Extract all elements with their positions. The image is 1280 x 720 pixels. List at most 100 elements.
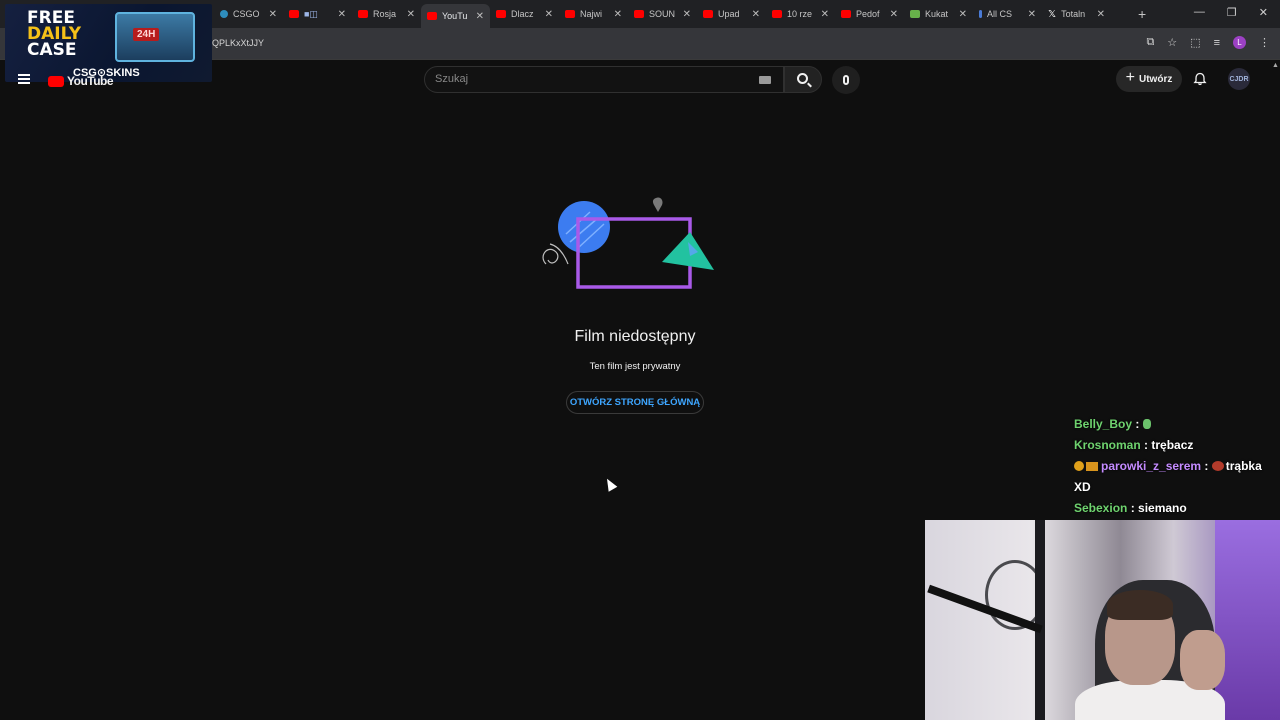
tab-csgo[interactable]: CSGO ✕ — [214, 3, 283, 25]
blue-favicon-icon — [979, 10, 982, 18]
tab-youtube-2[interactable]: ■◫ ✕ — [283, 3, 352, 25]
tab-label: Rosja — [373, 9, 397, 19]
tab-10rze[interactable]: 10 rze ✕ — [766, 3, 835, 25]
tab-pedof[interactable]: Pedof ✕ — [835, 3, 904, 25]
close-icon[interactable]: ✕ — [269, 9, 277, 20]
tab-kukat[interactable]: Kukat ✕ — [904, 3, 973, 25]
browser-menu-icon[interactable]: ⋮ — [1259, 36, 1270, 49]
streamer-hair — [1107, 590, 1173, 620]
tab-rosja[interactable]: Rosja ✕ — [352, 3, 421, 25]
tab-najwi[interactable]: Najwi ✕ — [559, 3, 628, 25]
youtube-favicon-icon — [358, 10, 368, 18]
close-icon[interactable]: ✕ — [821, 9, 829, 20]
bookmark-star-icon[interactable]: ☆ — [1167, 36, 1177, 49]
youtube-favicon-icon — [496, 10, 506, 18]
search-icon — [796, 73, 808, 84]
close-icon[interactable]: ✕ — [1097, 9, 1105, 20]
tab-label: Pedof — [856, 9, 880, 19]
chat-separator: : — [1127, 501, 1139, 515]
chat-text: trębacz — [1151, 438, 1194, 452]
restore-icon[interactable]: ❐ — [1227, 6, 1237, 19]
youtube-favicon-icon — [289, 10, 299, 18]
search-button[interactable] — [784, 66, 822, 93]
youtube-favicon-icon — [565, 10, 575, 18]
address-bar-icons: ⧉ ☆ ⬚ ≡ L ⋮ — [1146, 36, 1270, 49]
close-icon[interactable]: ✕ — [890, 9, 898, 20]
youtube-logo[interactable]: YouTube — [48, 74, 114, 88]
tab-totaln[interactable]: 𝕏 Totaln ✕ — [1042, 3, 1111, 25]
close-icon[interactable]: ✕ — [476, 11, 484, 22]
green-favicon-icon — [910, 10, 920, 18]
close-window-icon[interactable]: ✕ — [1259, 6, 1268, 19]
create-button[interactable]: + Utwórz — [1116, 66, 1182, 92]
tab-label: CSGO — [233, 9, 260, 19]
window-controls: — ❐ ✕ — [1194, 6, 1268, 19]
error-subtitle: Ten film jest prywatny — [589, 361, 681, 372]
extensions-icon[interactable]: ⬚ — [1190, 36, 1200, 49]
tab-label: YouTu — [442, 11, 468, 21]
youtube-favicon-icon — [427, 12, 437, 20]
tab-label: Kukat — [925, 9, 949, 19]
close-icon[interactable]: ✕ — [338, 9, 346, 20]
youtube-play-icon — [48, 75, 64, 87]
chat-username: parowki_z_serem — [1101, 459, 1202, 473]
stream-chat: Belly_Boy : Krosnoman : trębacz parowki_… — [1074, 414, 1280, 519]
tab-label: SOUN — [649, 9, 676, 19]
close-icon[interactable]: ✕ — [1028, 9, 1036, 20]
purple-light — [1215, 520, 1280, 720]
tab-label: Dlacz — [511, 9, 534, 19]
x-favicon-icon: 𝕏 — [1048, 8, 1057, 20]
tab-dlacz[interactable]: Dlacz ✕ — [490, 3, 559, 25]
url-text[interactable]: QPLKxXtJJY — [212, 38, 264, 48]
close-icon[interactable]: ✕ — [752, 9, 760, 20]
chat-message: Belly_Boy : — [1074, 414, 1280, 435]
tab-label: Upad — [718, 9, 740, 19]
close-icon[interactable]: ✕ — [614, 9, 622, 20]
new-tab-button[interactable]: + — [1138, 6, 1146, 22]
scroll-up-arrow-icon[interactable]: ▲ — [1272, 62, 1279, 69]
tab-label: Najwi — [580, 9, 603, 19]
youtube-header: YouTube + Utwórz CJDR — [0, 60, 1272, 100]
light-stand — [1035, 520, 1045, 720]
close-icon[interactable]: ✕ — [683, 9, 691, 20]
go-home-button[interactable]: OTWÓRZ STRONĘ GŁÓWNĄ — [566, 391, 704, 414]
chat-username: Sebexion — [1074, 501, 1128, 515]
streamer-webcam — [925, 520, 1280, 720]
chat-message: parowki_z_serem : trąbka XD — [1074, 456, 1280, 498]
emote-icon — [1211, 461, 1224, 471]
search-box — [424, 66, 784, 93]
close-icon[interactable]: ✕ — [545, 9, 553, 20]
treasure-chest-icon: 24H — [115, 12, 195, 62]
chat-message: Krosnoman : trębacz — [1074, 435, 1280, 456]
csgo-favicon-icon — [220, 10, 228, 18]
tab-soun[interactable]: SOUN ✕ — [628, 3, 697, 25]
chat-separator: : — [1132, 417, 1143, 431]
menu-hamburger-icon[interactable] — [18, 74, 30, 84]
chat-text: siemano — [1138, 501, 1187, 515]
chat-username: Krosnoman — [1074, 438, 1141, 452]
voice-search-button[interactable] — [832, 66, 860, 94]
badge-icon — [1074, 461, 1084, 471]
close-icon[interactable]: ✕ — [959, 9, 967, 20]
minimize-icon[interactable]: — — [1194, 6, 1205, 19]
notifications-bell-icon[interactable] — [1193, 72, 1207, 86]
media-control-icon[interactable]: ≡ — [1214, 37, 1220, 49]
youtube-favicon-icon — [772, 10, 782, 18]
search-input[interactable] — [435, 73, 745, 85]
tab-allcs[interactable]: All CS ✕ — [973, 3, 1042, 25]
plus-icon: + — [1125, 69, 1135, 86]
subscriber-badge-icon — [1086, 462, 1098, 471]
tab-label: Totaln — [1061, 9, 1086, 19]
mouse-cursor-icon — [602, 476, 618, 492]
ad-line: CASE — [27, 40, 77, 60]
chat-message: Sebexion : siemano — [1074, 498, 1280, 519]
avatar[interactable]: CJDR — [1228, 68, 1250, 90]
tab-label: All CS — [987, 9, 1013, 19]
keyboard-icon[interactable] — [759, 76, 771, 84]
close-icon[interactable]: ✕ — [407, 9, 415, 20]
tab-upad[interactable]: Upad ✕ — [697, 3, 766, 25]
browser-profile-avatar[interactable]: L — [1233, 36, 1246, 49]
install-app-icon[interactable]: ⧉ — [1146, 36, 1154, 49]
tab-youtube-active[interactable]: YouTu ✕ — [421, 4, 490, 28]
tab-label: 10 rze — [787, 9, 813, 19]
